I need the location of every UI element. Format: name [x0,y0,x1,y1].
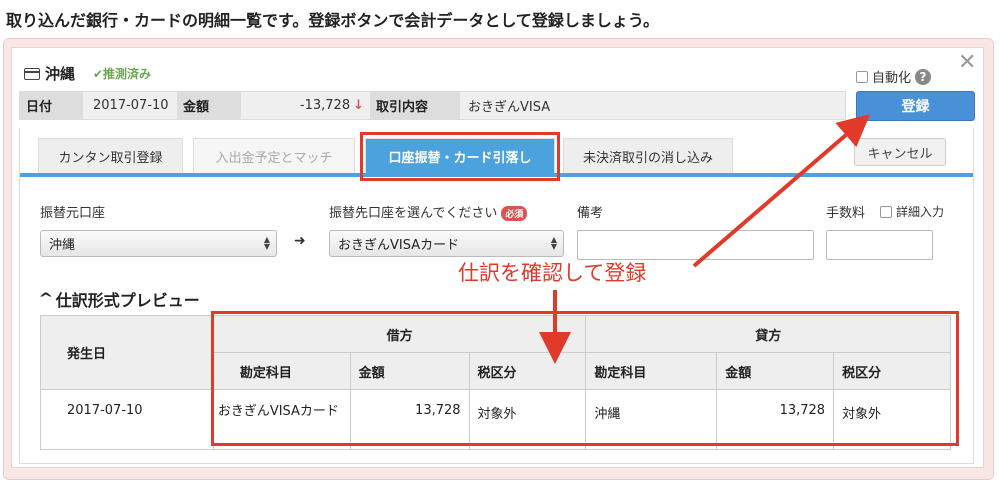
annotation-arrows [539,114,871,364]
arrow-to-register [692,114,871,268]
